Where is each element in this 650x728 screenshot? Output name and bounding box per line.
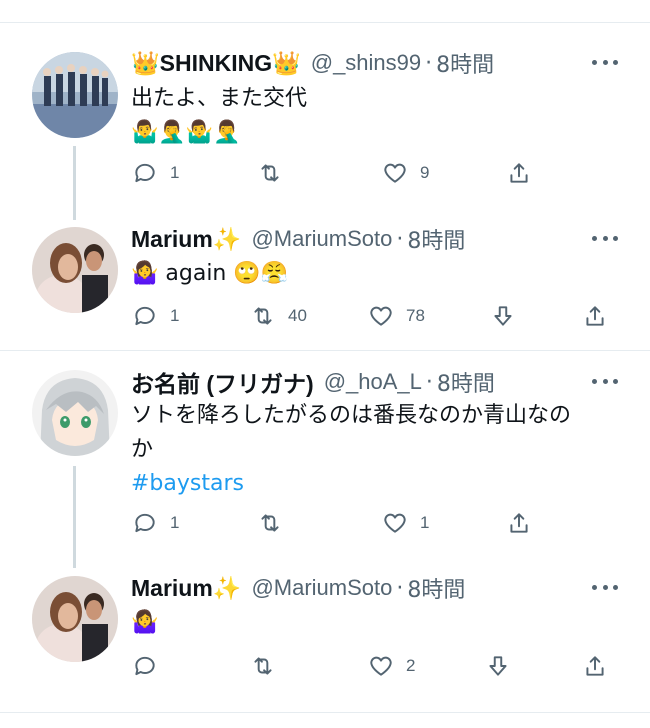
share-button[interactable] (506, 158, 532, 188)
tweet-header: お名前 (フリガナ) @_hoA_L · 8時間 (131, 366, 495, 398)
text-line: 🤷‍♀️ again 🙄😤 (131, 261, 289, 286)
avatar[interactable] (32, 370, 118, 456)
retweet-icon (254, 657, 272, 675)
text-line: 出たよ、また交代 (131, 86, 308, 111)
tweet-header: Marium✨ @MariumSoto · 8時間 (131, 572, 465, 604)
display-name[interactable]: お名前 (フリガナ) (131, 365, 314, 399)
handle[interactable]: @MariumSoto (251, 226, 392, 252)
reply-button[interactable]: 1 (132, 301, 179, 331)
tweet-header: Marium✨ @MariumSoto · 8時間 (131, 223, 465, 255)
separator-dot: · (425, 369, 433, 395)
retweet-button[interactable] (250, 651, 288, 681)
handle[interactable]: @_shins99 (311, 50, 421, 76)
emoji-line: 🤷‍♀️ (131, 610, 159, 635)
timestamp[interactable]: 8時間 (437, 366, 495, 398)
action-bar: 1 40 78 (0, 301, 650, 331)
top-divider (0, 22, 650, 23)
reply-count: 1 (170, 513, 180, 532)
retweet-icon (254, 307, 272, 325)
reply-icon (135, 306, 155, 326)
text-line: ソトを降ろしたがるのは番長なのか青山なの (131, 403, 572, 428)
share-button[interactable] (582, 651, 608, 681)
share-button[interactable] (506, 508, 532, 538)
display-name[interactable]: Marium✨ (131, 226, 241, 253)
retweet-count: 40 (288, 306, 307, 325)
like-button[interactable]: 1 (382, 508, 429, 538)
action-bar: 1 1 (0, 508, 650, 538)
heart-icon (370, 306, 392, 326)
retweet-button[interactable]: 40 (250, 301, 307, 331)
heart-icon (370, 656, 392, 676)
retweet-button[interactable] (257, 158, 295, 188)
share-icon (586, 656, 604, 676)
more-options-icon[interactable] (592, 57, 618, 67)
like-count: 78 (406, 306, 425, 325)
timestamp[interactable]: 8時間 (436, 47, 494, 79)
reply-icon (135, 163, 155, 183)
display-name[interactable]: Marium✨ (131, 575, 241, 602)
share-icon (510, 513, 528, 533)
hashtag-link[interactable]: #baystars (131, 467, 621, 501)
display-name[interactable]: 👑SHINKING👑 (131, 50, 301, 77)
tweet-text: ソトを降ろしたがるのは番長なのか青山なの か #baystars (131, 399, 621, 501)
tweet-text: 出たよ、また交代 🤷‍♂️🤦‍♂️🤷‍♂️🤦‍♂️ (131, 82, 621, 150)
reply-count: 1 (170, 163, 180, 182)
action-bar: 2 (0, 651, 650, 681)
like-button[interactable]: 2 (368, 651, 415, 681)
reply-button[interactable]: 1 (132, 158, 179, 188)
reply-icon (135, 513, 155, 533)
more-options-icon[interactable] (592, 233, 618, 243)
heart-icon (384, 163, 406, 183)
like-count: 1 (420, 513, 430, 532)
more-options-icon[interactable] (592, 376, 618, 386)
handle[interactable]: @MariumSoto (251, 575, 392, 601)
share-icon (510, 163, 528, 183)
conversation-divider (0, 350, 650, 351)
separator-dot: · (396, 226, 404, 252)
reply-count: 1 (170, 306, 180, 325)
text-line: か (131, 437, 154, 462)
separator-dot: · (425, 50, 433, 76)
retweet-icon (261, 164, 279, 182)
heart-icon (384, 513, 406, 533)
share-button[interactable] (582, 301, 608, 331)
separator-dot: · (396, 575, 404, 601)
like-count: 2 (406, 656, 416, 675)
avatar[interactable] (32, 52, 118, 138)
timestamp[interactable]: 8時間 (407, 223, 465, 255)
tweet-text: 🤷‍♀️ again 🙄😤 (131, 257, 621, 291)
bottom-divider (0, 712, 650, 713)
download-button[interactable] (485, 651, 511, 681)
retweet-button[interactable] (257, 508, 295, 538)
reply-icon (135, 656, 155, 676)
like-button[interactable]: 78 (368, 301, 425, 331)
arrow-down-icon (489, 656, 507, 676)
like-count: 9 (420, 163, 430, 182)
tweet-header: 👑SHINKING👑 @_shins99 · 8時間 (131, 47, 494, 79)
reply-button[interactable]: 1 (132, 508, 179, 538)
share-icon (586, 306, 604, 326)
like-button[interactable]: 9 (382, 158, 429, 188)
reply-button[interactable] (132, 651, 170, 681)
emoji-line: 🤷‍♂️🤦‍♂️🤷‍♂️🤦‍♂️ (131, 120, 241, 145)
arrow-down-icon (494, 306, 512, 326)
tweet-text: 🤷‍♀️ (131, 606, 621, 640)
download-button[interactable] (490, 301, 516, 331)
avatar[interactable] (32, 576, 118, 662)
retweet-icon (261, 514, 279, 532)
handle[interactable]: @_hoA_L (324, 369, 422, 395)
more-options-icon[interactable] (592, 582, 618, 592)
timestamp[interactable]: 8時間 (407, 572, 465, 604)
action-bar: 1 9 (0, 158, 650, 188)
